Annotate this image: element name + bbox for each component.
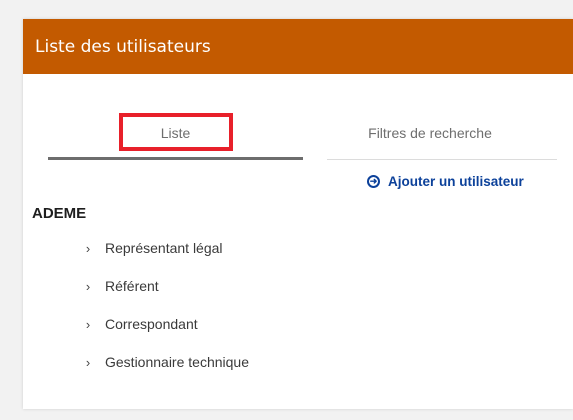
group-title: ADEME	[32, 205, 87, 222]
role-list: › Représentant légal › Référent › Corres…	[83, 229, 249, 381]
role-item-gestionnaire-technique[interactable]: › Gestionnaire technique	[83, 343, 249, 381]
chevron-right-icon: ›	[85, 354, 91, 370]
chevron-right-icon: ›	[85, 316, 91, 332]
chevron-right-icon: ›	[85, 240, 91, 256]
role-item-referent[interactable]: › Référent	[83, 267, 249, 305]
panel-header: Liste des utilisateurs	[23, 19, 573, 74]
arrow-circle-right-icon: ➜	[367, 175, 380, 188]
tab-filtres-label: Filtres de recherche	[368, 125, 492, 141]
role-item-label: Gestionnaire technique	[105, 354, 249, 370]
tab-filtres-de-recherche[interactable]: Filtres de recherche	[303, 108, 557, 158]
chevron-right-icon: ›	[85, 278, 91, 294]
active-tab-indicator	[48, 157, 303, 160]
tab-bar: Liste Filtres de recherche	[48, 108, 557, 160]
tabs-divider	[327, 159, 557, 160]
users-panel: Liste des utilisateurs Liste Filtres de …	[23, 19, 573, 409]
highlight-box	[119, 113, 233, 151]
panel-title: Liste des utilisateurs	[35, 36, 211, 57]
role-item-label: Représentant légal	[105, 240, 223, 256]
role-item-label: Référent	[105, 278, 159, 294]
role-item-representant-legal[interactable]: › Représentant légal	[83, 229, 249, 267]
add-user-link[interactable]: ➜ Ajouter un utilisateur	[367, 174, 524, 189]
role-item-correspondant[interactable]: › Correspondant	[83, 305, 249, 343]
role-item-label: Correspondant	[105, 316, 198, 332]
add-user-label: Ajouter un utilisateur	[388, 174, 524, 189]
